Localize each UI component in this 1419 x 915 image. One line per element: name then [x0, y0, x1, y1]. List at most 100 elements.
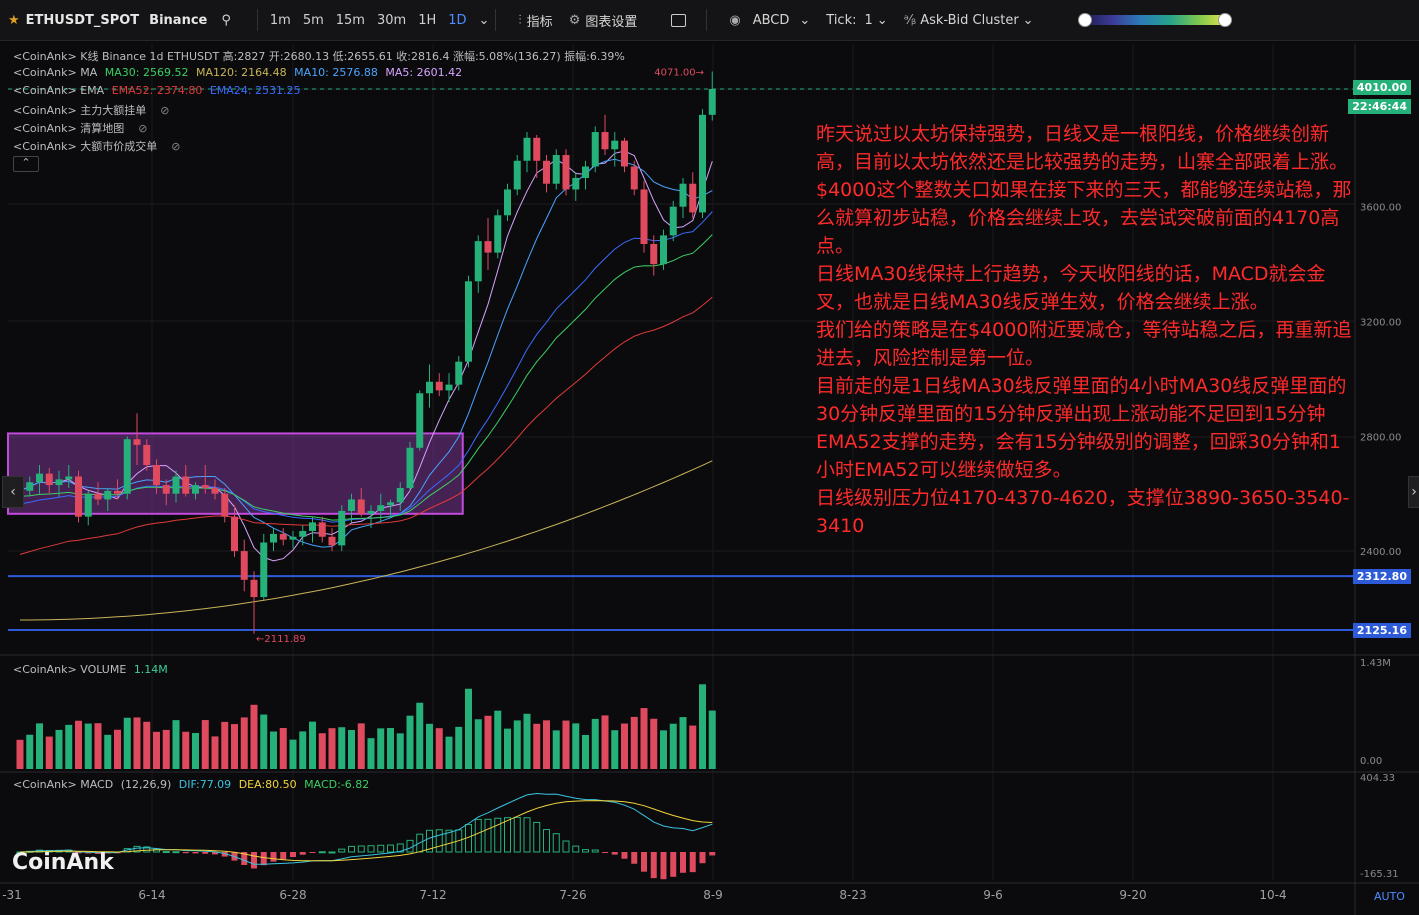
liquidation-map-legend[interactable]: <CoinAnk> 清算地图 ⊘ — [13, 120, 151, 136]
volume-bar — [582, 734, 589, 769]
volume-value: 1.14M — [133, 663, 168, 676]
volume-bar — [45, 736, 53, 769]
volume-bar — [348, 730, 355, 769]
scroll-right-button[interactable]: › — [1408, 476, 1419, 508]
x-axis-label: 7-12 — [419, 888, 446, 902]
macd-histogram-bar — [533, 821, 541, 853]
volume-bar — [328, 728, 336, 769]
candle-body — [65, 476, 73, 480]
candle-body — [45, 473, 53, 486]
volume-bar — [289, 739, 297, 769]
candle-body — [172, 476, 180, 494]
ema24-value: EMA24: 2531.25 — [209, 84, 301, 97]
current-price-tag: 4010.00 — [1352, 80, 1411, 95]
volume-prefix: <CoinAnk> VOLUME — [13, 663, 127, 676]
volume-bar — [533, 723, 541, 769]
macd-histogram-bar — [338, 848, 346, 853]
candle-body — [260, 542, 268, 598]
candle-body — [465, 281, 472, 362]
candle-body — [309, 522, 316, 532]
candle-body — [689, 183, 697, 213]
volume-bar — [523, 713, 531, 769]
large-orders-label: <CoinAnk> 主力大额挂单 — [13, 104, 147, 117]
annotation-line: $4000这个整数关口如果在接下来的三天，都能够连续站稳，那么就算初步站稳，价格… — [816, 179, 1352, 257]
level-line-tag: 2125.16 — [1352, 623, 1411, 638]
macd-histogram-bar — [523, 817, 531, 853]
candle-body — [474, 241, 482, 282]
x-axis-label: 8-23 — [839, 888, 866, 902]
large-trades-legend[interactable]: <CoinAnk> 大额市价成交单 ⊘ — [13, 138, 184, 154]
macd-value: MACD:-6.82 — [304, 778, 370, 791]
candle-body — [708, 89, 716, 115]
macd-histogram-bar — [572, 845, 580, 853]
macd-histogram-bar — [318, 851, 326, 854]
candle-body — [640, 189, 648, 244]
dif-line — [19, 792, 713, 865]
analysis-annotation: 昨天说过以太坊保持强势，日线又是一根阳线，价格继续创新高，目前以太坊依然还是比较… — [816, 120, 1356, 540]
candle-body — [201, 485, 209, 488]
volume-bar — [162, 729, 170, 769]
volume-bar — [484, 715, 492, 769]
large-trades-label: <CoinAnk> 大额市价成交单 — [13, 140, 158, 153]
candle-body — [133, 439, 141, 445]
volume-bar — [36, 723, 43, 769]
candle-body — [484, 241, 492, 253]
eye-off-icon[interactable]: ⊘ — [160, 104, 169, 117]
candle-body — [387, 502, 394, 506]
volume-bar — [445, 736, 453, 769]
ma5-value: MA5: 2601.42 — [385, 66, 463, 79]
volume-bar — [426, 723, 433, 769]
macd-histogram-bar — [182, 852, 189, 854]
macd-histogram-bar — [406, 839, 414, 853]
collapse-legend-button[interactable]: ⌃ — [13, 156, 39, 172]
eye-off-icon[interactable]: ⊘ — [138, 122, 147, 135]
ema52-line — [19, 296, 713, 555]
candle-body — [299, 531, 307, 537]
candle-body — [357, 499, 365, 514]
x-axis-label: 9-20 — [1119, 888, 1146, 902]
eye-off-icon[interactable]: ⊘ — [171, 140, 180, 153]
level-line-tag: 2312.80 — [1352, 569, 1411, 584]
auto-scale-button[interactable]: AUTO — [1374, 890, 1405, 903]
candle-body — [36, 473, 43, 483]
volume-bar — [26, 734, 34, 769]
price-tick-label: 2800.00 — [1360, 432, 1401, 443]
volume-bar — [406, 715, 414, 769]
candle-body — [445, 384, 453, 391]
volume-bar — [660, 730, 667, 769]
candle-body — [143, 444, 151, 466]
price-tick-label: 3600.00 — [1360, 203, 1401, 214]
ma120-value: MA120: 2164.48 — [195, 66, 287, 79]
candle-body — [211, 487, 219, 494]
candle-body — [601, 132, 609, 150]
volume-bar — [250, 704, 258, 769]
candle-body — [679, 183, 687, 207]
volume-bar — [679, 717, 687, 769]
candle-body — [367, 510, 375, 514]
x-axis-label: 9-6 — [983, 888, 1003, 902]
candle-body — [250, 579, 258, 598]
macd-histogram-bar — [162, 851, 170, 854]
volume-bar — [699, 684, 706, 769]
candle-body — [377, 505, 385, 511]
macd-histogram-bar — [680, 852, 686, 873]
volume-bar — [65, 724, 73, 769]
volume-bar — [338, 727, 346, 769]
candle-body — [153, 465, 160, 486]
macd-histogram-bar — [650, 852, 657, 879]
candle-body — [494, 215, 502, 253]
candle-body — [26, 482, 34, 491]
candle-body — [406, 447, 414, 488]
candle-body — [572, 177, 580, 190]
candle-body — [123, 439, 131, 494]
candle-body — [270, 533, 277, 543]
x-axis-label: 6-28 — [279, 888, 306, 902]
macd-histogram-bar — [513, 816, 521, 853]
ema52-value: EMA52: 2374.80 — [111, 84, 203, 97]
macd-histogram-bar — [299, 852, 306, 855]
candle-body — [279, 533, 287, 540]
volume-bar — [377, 728, 385, 769]
macd-axis-bottom: -165.31 — [1360, 869, 1399, 880]
scroll-left-button[interactable]: ‹ — [2, 476, 24, 508]
large-orders-legend[interactable]: <CoinAnk> 主力大额挂单 ⊘ — [13, 102, 173, 118]
